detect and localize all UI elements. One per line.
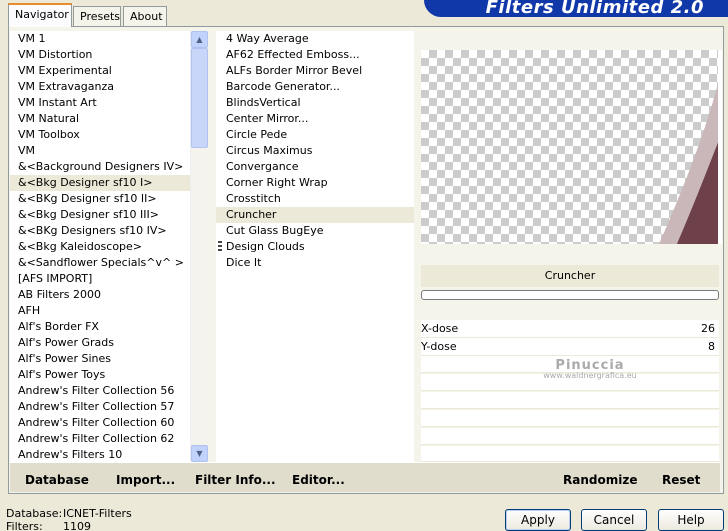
slider-empty — [421, 446, 719, 462]
reset-button[interactable]: Reset — [662, 473, 700, 487]
import-button[interactable]: Import... — [116, 473, 175, 487]
category-item[interactable]: AB Filters 2000 — [10, 287, 190, 303]
filter-item[interactable]: Circle Pede — [216, 127, 414, 143]
slider-empty — [421, 410, 719, 427]
category-item[interactable]: Alf's Power Toys — [10, 367, 190, 383]
slider-label: Y-dose — [421, 340, 457, 353]
filter-item[interactable]: Crosstitch — [216, 191, 414, 207]
app-banner: Filters Unlimited 2.0 — [424, 0, 728, 17]
category-item[interactable]: Andrew's Filter Collection 56 — [10, 383, 190, 399]
category-item[interactable]: &<BKg Designers sf10 IV> — [10, 223, 190, 239]
preview-artwork — [659, 80, 719, 244]
category-item[interactable]: Andrew's Filter Collection 60 — [10, 415, 190, 431]
category-item[interactable]: Alf's Power Sines — [10, 351, 190, 367]
slider-value: 8 — [708, 340, 715, 353]
database-value: ICNET-Filters — [63, 507, 132, 520]
tab-about[interactable]: About — [123, 6, 167, 26]
category-item[interactable]: VM Toolbox — [10, 127, 190, 143]
editor-button[interactable]: Editor... — [292, 473, 345, 487]
category-item[interactable]: Alf's Power Grads — [10, 335, 190, 351]
category-scrollbar[interactable]: ▲ ▼ — [190, 31, 208, 462]
help-button[interactable]: Help — [658, 509, 724, 531]
randomize-button[interactable]: Randomize — [563, 473, 637, 487]
filters-info: Filters: 1109 — [6, 520, 91, 531]
cancel-button[interactable]: Cancel — [581, 509, 647, 531]
list-grip-icon — [218, 241, 222, 253]
filter-item[interactable]: AF62 Effected Emboss... — [216, 47, 414, 63]
category-item[interactable]: AFH — [10, 303, 190, 319]
filter-item[interactable]: Barcode Generator... — [216, 79, 414, 95]
category-item[interactable]: Andrew's Filter Collection 62 — [10, 431, 190, 447]
slider-x-dose[interactable]: X-dose 26 — [421, 320, 719, 338]
slider-empty — [421, 428, 719, 445]
category-item[interactable]: &<Bkg Kaleidoscope> — [10, 239, 190, 255]
category-item[interactable]: &<Background Designers IV> — [10, 159, 190, 175]
category-item[interactable]: &<Sandflower Specials^v^ > — [10, 255, 190, 271]
filter-info-button[interactable]: Filter Info... — [195, 473, 276, 487]
category-item[interactable]: VM Distortion — [10, 47, 190, 63]
filter-item[interactable]: Center Mirror... — [216, 111, 414, 127]
filter-item[interactable]: 4 Way Average — [216, 31, 414, 47]
category-item[interactable]: Andrew's Filter Collection 57 — [10, 399, 190, 415]
tab-navigator[interactable]: Navigator — [8, 3, 72, 27]
database-label: Database: — [6, 507, 63, 520]
category-item[interactable]: VM — [10, 143, 190, 159]
action-bar: Database Import... Filter Info... Editor… — [10, 462, 720, 492]
category-item[interactable]: &<Bkg Designer sf10 III> — [10, 207, 190, 223]
filter-item[interactable]: Convergance — [216, 159, 414, 175]
preview-image — [421, 50, 719, 244]
category-list[interactable]: VM 1 VM Distortion VM Experimental VM Extra… — [10, 31, 190, 462]
slider-label: X-dose — [421, 322, 459, 335]
category-item[interactable]: VM Experimental — [10, 63, 190, 79]
filter-item[interactable]: ALFs Border Mirror Bevel — [216, 63, 414, 79]
category-item[interactable]: Andrew's Filters 10 — [10, 447, 190, 462]
filter-item[interactable]: Cruncher — [216, 207, 414, 223]
filters-count: 1109 — [63, 520, 91, 531]
category-item[interactable]: VM Extravaganza — [10, 79, 190, 95]
filter-item[interactable]: BlindsVertical — [216, 95, 414, 111]
database-info: Database: ICNET-Filters — [6, 507, 132, 520]
selected-filter-name: Cruncher — [421, 265, 719, 287]
filter-item[interactable]: Dice It — [216, 255, 414, 271]
app-title: Filters Unlimited 2.0 — [485, 0, 704, 17]
category-item[interactable]: Alf's Border FX — [10, 319, 190, 335]
filter-item[interactable]: Design Clouds — [216, 239, 414, 255]
scroll-thumb[interactable] — [191, 48, 208, 148]
filter-item[interactable]: Circus Maximus — [216, 143, 414, 159]
scroll-down-icon[interactable]: ▼ — [191, 445, 208, 462]
progress-bar — [421, 290, 719, 300]
slider-value: 26 — [701, 322, 715, 335]
apply-button[interactable]: Apply — [505, 509, 571, 531]
category-item[interactable]: VM Natural — [10, 111, 190, 127]
category-item[interactable]: &<Bkg Designer sf10 I> — [10, 175, 190, 191]
filter-item[interactable]: Cut Glass BugEye — [216, 223, 414, 239]
slider-empty — [421, 392, 719, 409]
category-item[interactable]: &<BKg Designer sf10 II> — [10, 191, 190, 207]
slider-y-dose[interactable]: Y-dose 8 — [421, 338, 719, 356]
filter-list[interactable]: 4 Way Average AF62 Effected Emboss... ALFs… — [216, 31, 414, 462]
watermark-url: www.waldnergrafica.eu — [543, 371, 637, 380]
category-item[interactable]: [AFS IMPORT] — [10, 271, 190, 287]
tab-presets[interactable]: Presets — [73, 6, 121, 26]
scroll-up-icon[interactable]: ▲ — [191, 31, 208, 48]
filters-label: Filters: — [6, 520, 43, 531]
category-item[interactable]: VM 1 — [10, 31, 190, 47]
watermark: Pinuccia www.waldnergrafica.eu — [520, 358, 660, 380]
filter-item[interactable]: Corner Right Wrap — [216, 175, 414, 191]
category-item[interactable]: VM Instant Art — [10, 95, 190, 111]
database-button[interactable]: Database — [25, 473, 89, 487]
